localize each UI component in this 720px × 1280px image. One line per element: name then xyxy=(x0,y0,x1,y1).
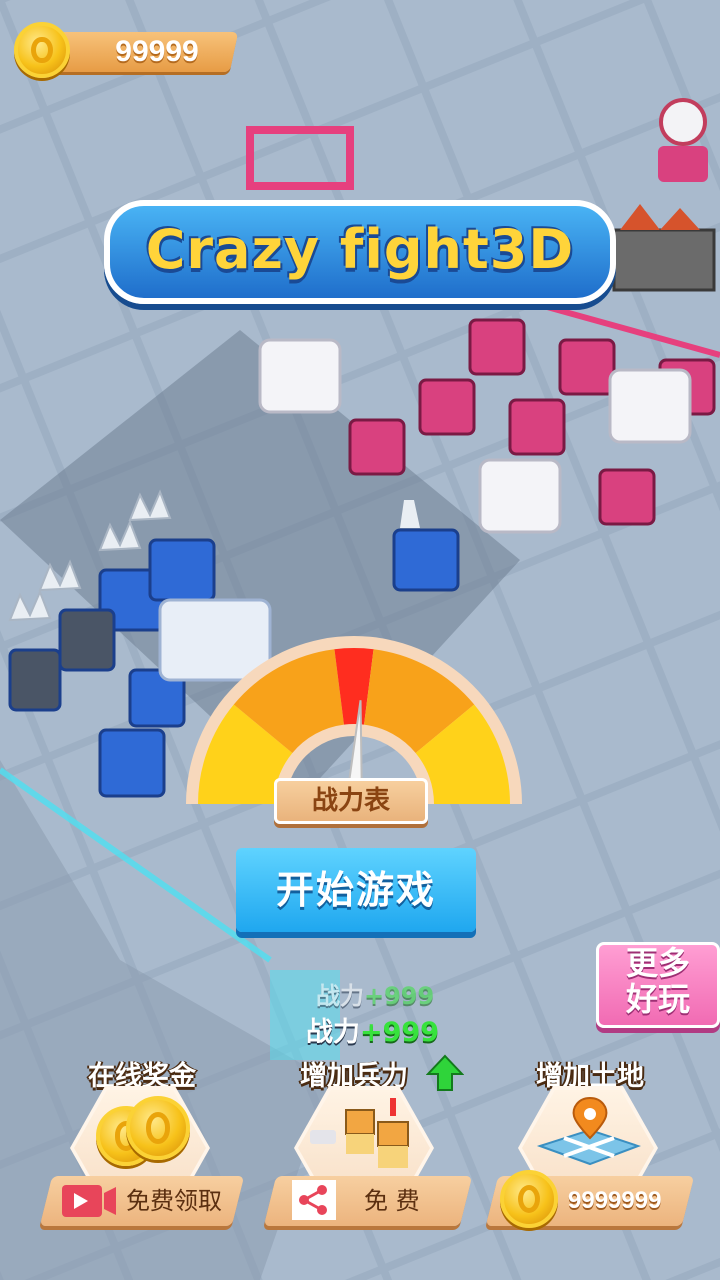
crate-stack xyxy=(612,204,716,292)
gold-coin-icon xyxy=(126,1096,190,1160)
more-games-line2: 好玩 xyxy=(625,980,690,1018)
power-bonus-label: 战力 xyxy=(306,1017,360,1048)
land-price: 9999999 xyxy=(568,1187,662,1214)
coin-amount: 99999 xyxy=(115,35,199,68)
video-icon xyxy=(62,1185,116,1217)
soldiers-icon xyxy=(310,1098,409,1168)
coin-icon xyxy=(14,22,70,78)
power-bonus-value: +999 xyxy=(360,1017,439,1048)
claim-free-label: 免费领取 xyxy=(126,1187,222,1215)
power-bonus-label: 战力 xyxy=(316,982,364,1010)
game-title-text: Crazy fight3D xyxy=(145,218,575,281)
power-bonus-value: +999 xyxy=(364,982,435,1010)
free-troops-label: 免 费 xyxy=(364,1187,420,1215)
pink-army xyxy=(258,318,716,534)
clown-character xyxy=(658,98,708,182)
power-bonus: 战力+999 xyxy=(306,1010,439,1049)
game-scene: 99999 Crazy fight3D 战力表 开始游戏 更多 好玩 战力+99… xyxy=(0,0,720,1280)
start-game-label: 开始游戏 xyxy=(275,868,436,912)
coin-balance: 99999 xyxy=(14,22,239,78)
map-pin-icon xyxy=(536,1096,641,1166)
start-game-button[interactable]: 开始游戏 xyxy=(236,848,476,932)
power-gauge-label-text: 战力表 xyxy=(311,786,390,816)
share-icon xyxy=(292,1180,336,1220)
more-games-button[interactable]: 更多 好玩 xyxy=(596,942,720,1028)
power-gauge-label: 战力表 xyxy=(274,778,428,824)
coin-icon xyxy=(500,1170,558,1228)
game-title: Crazy fight3D xyxy=(104,200,616,304)
green-up-arrow-icon xyxy=(426,1054,464,1091)
power-bonus-fading: 战力+999 xyxy=(316,976,434,1011)
more-games-line1: 更多 xyxy=(625,944,690,982)
